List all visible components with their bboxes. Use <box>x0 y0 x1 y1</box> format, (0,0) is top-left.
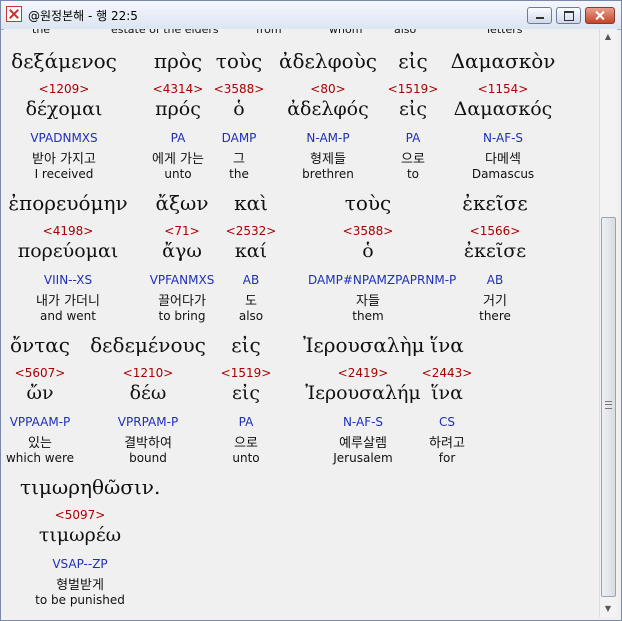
korean-gloss: 으로 <box>234 436 258 451</box>
scroll-up-icon[interactable]: ▲ <box>600 29 616 45</box>
english-gloss: and went <box>40 309 96 323</box>
morphology-code: DAMP#NPAMZPAPRNM-P <box>308 273 457 287</box>
vertical-scrollbar[interactable]: ▲ ▼ <box>599 29 617 617</box>
greek-word: δεξάμενος <box>11 49 117 73</box>
app-icon[interactable] <box>6 6 22 22</box>
english-gloss: Damascus <box>471 167 535 181</box>
strongs-number: <5097> <box>54 508 106 522</box>
lemma: Δαμασκός <box>453 98 553 120</box>
greek-word: ὄντας <box>10 333 70 357</box>
korean-gloss: 형벌받게 <box>56 578 104 593</box>
strongs-number: <4198> <box>42 224 94 238</box>
strongs-number: <2532> <box>225 224 277 238</box>
greek-word: εἰς <box>231 333 261 357</box>
lemma: τιμωρέω <box>38 524 122 546</box>
korean-gloss: 하려고 <box>429 436 465 451</box>
lemma: δέχομαι <box>25 98 103 120</box>
morphology-code: AB <box>242 273 260 287</box>
english-gloss: them <box>352 309 384 323</box>
partial-gloss: from <box>256 29 282 36</box>
strongs-number: <2443> <box>421 366 473 380</box>
greek-word: ἵνα <box>430 333 464 357</box>
greek-word: τοὺς <box>344 191 392 215</box>
strongs-number: <1566> <box>469 224 521 238</box>
korean-gloss: 다메섹 <box>485 152 521 167</box>
morphology-code: VPADNMXS <box>30 131 98 145</box>
korean-gloss: 자들 <box>356 294 380 309</box>
strongs-number: <5607> <box>14 366 66 380</box>
english-gloss: also <box>238 309 264 323</box>
partial-gloss: whom <box>329 29 363 36</box>
lemma: ἐκεῖσε <box>463 240 527 262</box>
lemma: καί <box>234 240 268 262</box>
morphology-code: VPPAAM-P <box>9 415 71 429</box>
grip-icon <box>605 401 612 409</box>
greek-word: ἐπορευόμην <box>8 191 128 215</box>
greek-word: Δαμασκὸν <box>450 49 556 73</box>
partial-gloss: also <box>394 29 417 36</box>
korean-gloss: 도 <box>245 294 257 309</box>
english-gloss: I received <box>34 167 94 181</box>
lemma: ἵνα <box>431 382 463 404</box>
english-gloss: which were <box>5 451 75 465</box>
interlinear-text-view[interactable]: the estate of the elders from whom also lette… <box>4 29 599 617</box>
strongs-number: <1209> <box>38 82 90 96</box>
morphology-code: AB <box>486 273 504 287</box>
english-gloss: for <box>438 451 456 465</box>
morphology-code: PA <box>238 415 254 429</box>
korean-gloss: 있는 <box>28 436 52 451</box>
title-bar[interactable]: @원정본해 - 행 22:5 <box>1 1 621 30</box>
lemma: ὁ <box>362 240 374 262</box>
english-gloss: there <box>479 309 511 323</box>
partial-gloss: estate of the elders <box>111 29 219 36</box>
scroll-down-icon[interactable]: ▼ <box>600 601 616 617</box>
scroll-thumb[interactable] <box>601 217 616 597</box>
strongs-number: <1519> <box>220 366 272 380</box>
strongs-number: <3588> <box>342 224 394 238</box>
strongs-number: <1154> <box>477 82 529 96</box>
close-button[interactable] <box>585 7 615 24</box>
english-gloss: unto <box>232 451 260 465</box>
greek-word: καὶ <box>234 191 268 215</box>
morphology-code: N-AF-S <box>482 131 524 145</box>
korean-gloss: 받아 가지고 <box>32 152 96 167</box>
lemma: πορεύομαι <box>17 240 119 262</box>
morphology-code: CS <box>439 415 455 429</box>
morphology-code: VSAP--ZP <box>52 557 108 571</box>
maximize-button[interactable] <box>556 7 581 24</box>
korean-gloss: 거기 <box>483 294 507 309</box>
english-gloss: to be punished <box>35 593 125 607</box>
lemma: εἰς <box>232 382 260 404</box>
minimize-button[interactable] <box>527 7 552 24</box>
partial-gloss: the <box>32 29 51 36</box>
greek-word: ἐκεῖσε <box>462 191 528 215</box>
greek-word: τιμωρηθῶσιν. <box>20 475 161 499</box>
lemma: ὤν <box>26 382 54 404</box>
morphology-code: VIIN--XS <box>43 273 93 287</box>
partial-gloss: letters <box>487 29 523 36</box>
window-title: @원정본해 - 행 22:5 <box>28 9 138 23</box>
korean-gloss: 내가 가더니 <box>36 294 100 309</box>
app-window: @원정본해 - 행 22:5 the estate of the elders fr… <box>0 0 622 621</box>
